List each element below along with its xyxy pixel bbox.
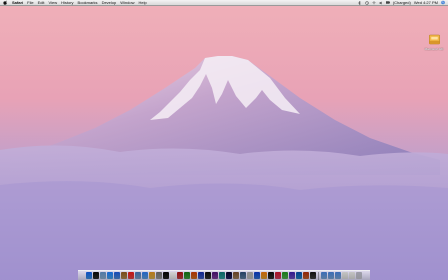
menu-edit[interactable]: Edit [38,0,45,5]
app-icon[interactable] [268,272,274,279]
menu-history[interactable]: History [61,0,73,5]
app-icon[interactable] [240,272,246,279]
battery-status: (Charged) [392,0,411,5]
textedit-icon[interactable] [170,272,176,279]
menu-bar: Safari File Edit View History Bookmarks … [0,0,448,6]
stack-icon[interactable] [342,272,348,279]
app-icon[interactable] [282,272,288,279]
folder-icon[interactable] [328,272,334,279]
ichat-icon[interactable] [114,272,120,279]
dock-separator [318,271,319,280]
app-icon[interactable] [219,272,225,279]
app-icon[interactable] [205,272,211,279]
app-icon[interactable] [212,272,218,279]
app-icon[interactable] [296,272,302,279]
trash-icon[interactable] [356,272,362,279]
menu-extras: (Charged) Wed 4:27 PM [358,0,448,5]
spotlight-icon[interactable] [441,0,445,5]
app-icon[interactable] [177,272,183,279]
bluetooth-icon[interactable] [358,0,362,5]
safari-icon[interactable] [107,272,113,279]
hard-drive-icon[interactable] [428,33,441,46]
mail-icon[interactable] [100,272,106,279]
hard-drive[interactable]: Macintosh HD [425,33,443,51]
menu-develop[interactable]: Develop [102,0,117,5]
wifi-icon[interactable] [372,1,376,5]
hard-drive-label[interactable]: Macintosh HD [425,47,444,51]
system-preferences-icon[interactable] [156,272,162,279]
wallpaper [0,0,448,280]
time-machine-icon[interactable] [365,0,369,5]
itunes-icon[interactable] [142,272,148,279]
desktop: Safari File Edit View History Bookmarks … [0,0,448,280]
dashboard-icon[interactable] [93,272,99,279]
finder-icon[interactable] [86,272,92,279]
app-icon[interactable] [226,272,232,279]
menu-app-name[interactable]: Safari [12,0,23,5]
app-icon[interactable] [289,272,295,279]
app-icon[interactable] [233,272,239,279]
folder-icon[interactable] [321,272,327,279]
battery-icon[interactable] [385,1,390,5]
app-icon[interactable] [184,272,190,279]
menu-file[interactable]: File [27,0,33,5]
clock[interactable]: Wed 4:27 PM [414,0,438,5]
app-icon[interactable] [254,272,260,279]
app-icon[interactable] [191,272,197,279]
menu-bookmarks[interactable]: Bookmarks [78,0,98,5]
menu-window[interactable]: Window [120,0,134,5]
ical-icon[interactable] [128,272,134,279]
app-icon[interactable] [275,272,281,279]
volume-icon[interactable] [379,1,383,5]
app-icon[interactable] [310,272,316,279]
app-icon[interactable] [247,272,253,279]
app-icon[interactable] [303,272,309,279]
dock [78,270,370,280]
preview-icon[interactable] [135,272,141,279]
menu-help[interactable]: Help [138,0,146,5]
stack-icon[interactable] [349,272,355,279]
app-icon[interactable] [261,272,267,279]
app-icon[interactable] [198,272,204,279]
address-book-icon[interactable] [121,272,127,279]
apple-icon[interactable] [3,0,9,5]
menu-view[interactable]: View [48,0,57,5]
terminal-icon[interactable] [163,272,169,279]
photo-icon[interactable] [149,272,155,279]
folder-icon[interactable] [335,272,341,279]
